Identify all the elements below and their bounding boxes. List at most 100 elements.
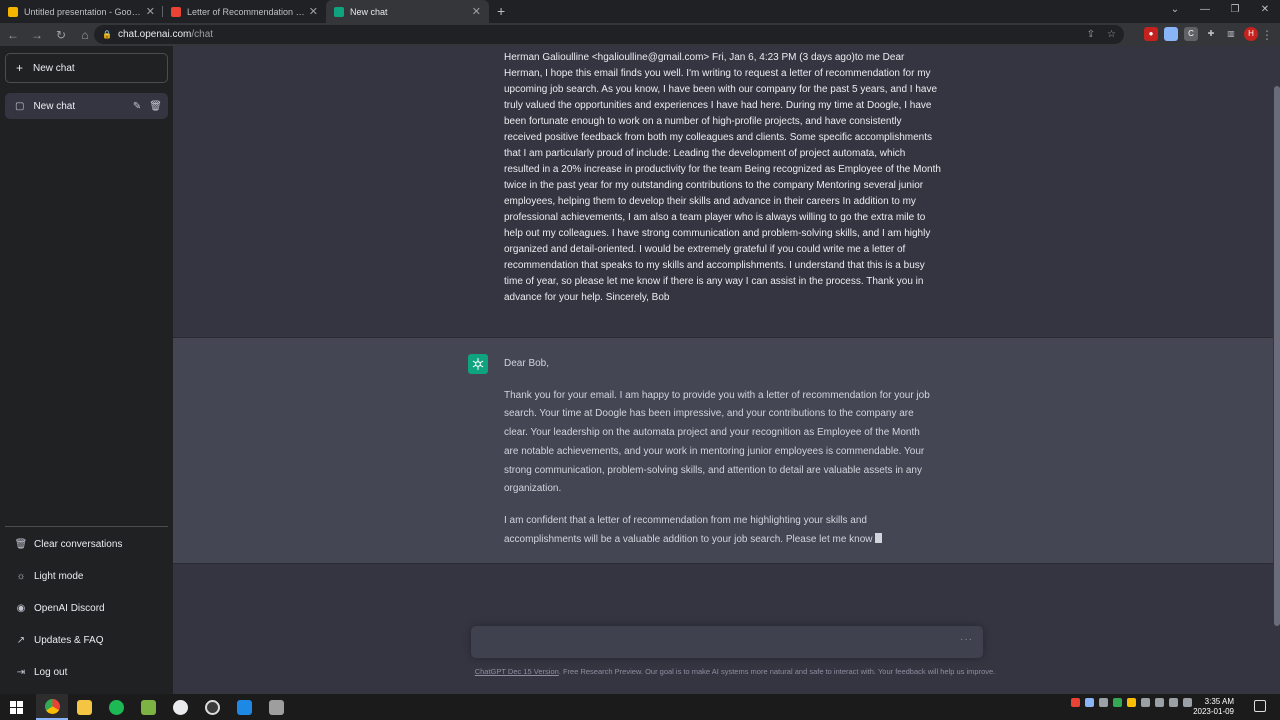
sidebar-divider bbox=[5, 526, 168, 527]
extension-icon[interactable]: C bbox=[1184, 27, 1198, 41]
system-tray bbox=[1071, 698, 1192, 707]
log-out-link[interactable]: ⇥ Log out bbox=[14, 667, 68, 678]
message-input[interactable]: ··· bbox=[471, 626, 983, 658]
clear-conversations-link[interactable]: 🗑 Clear conversations bbox=[14, 539, 123, 550]
spotify-icon[interactable] bbox=[100, 694, 132, 720]
chat-main: Herman Galioulline <hgalioulline@gmail.c… bbox=[173, 46, 1280, 694]
menu-dots-icon[interactable]: ⋮ bbox=[1256, 28, 1278, 42]
tab-title: New chat bbox=[350, 6, 388, 17]
footer-text: . Free Research Preview. Our goal is to … bbox=[558, 667, 996, 676]
reload-button[interactable]: ↻ bbox=[50, 28, 72, 42]
tray-icon[interactable] bbox=[1071, 698, 1080, 707]
link-label: Light mode bbox=[34, 571, 84, 582]
extensions-area: ● C ✚ ▥ H bbox=[1144, 27, 1258, 41]
calculator-icon[interactable] bbox=[260, 694, 292, 720]
vscode-icon[interactable] bbox=[228, 694, 260, 720]
close-icon[interactable]: ✕ bbox=[309, 5, 318, 18]
windows-taskbar: 3:35 AM 2023-01-09 bbox=[0, 694, 1280, 720]
clock-date: 2023-01-09 bbox=[1193, 707, 1234, 716]
assistant-paragraph: Thank you for your email. I am happy to … bbox=[504, 389, 930, 495]
assistant-paragraph-streaming: I am confident that a letter of recommen… bbox=[504, 512, 934, 549]
tab-google-slides[interactable]: Untitled presentation - Google Slides ✕ bbox=[0, 0, 163, 23]
home-button[interactable]: ⌂ bbox=[74, 28, 96, 42]
browser-tab-bar: Untitled presentation - Google Slides ✕ … bbox=[0, 0, 1280, 23]
sidebar: + New chat ▢ New chat ✎ 🗑 🗑 Clear conver… bbox=[0, 46, 173, 694]
external-link-icon: ↗ bbox=[16, 635, 26, 646]
clock-time: 3:35 AM bbox=[1204, 697, 1234, 706]
window-controls: ⌄ — ❐ ✕ bbox=[1160, 0, 1280, 23]
version-link[interactable]: ChatGPT Dec 15 Version bbox=[475, 667, 559, 676]
share-icon[interactable]: ⇪ bbox=[1087, 29, 1095, 40]
microphone-icon[interactable] bbox=[1141, 698, 1150, 707]
chat-item-label: New chat bbox=[33, 100, 76, 112]
user-message-row: Herman Galioulline <hgalioulline@gmail.c… bbox=[173, 46, 1273, 338]
gmail-icon bbox=[171, 6, 181, 17]
close-icon[interactable]: ✕ bbox=[146, 5, 155, 18]
plus-icon: + bbox=[16, 61, 24, 75]
restore-button[interactable]: ❐ bbox=[1220, 0, 1250, 23]
tray-icon[interactable] bbox=[1127, 698, 1136, 707]
tray-icon[interactable] bbox=[1099, 698, 1108, 707]
wifi-icon[interactable] bbox=[1169, 698, 1178, 707]
user-message-text: Herman Galioulline <hgalioulline@gmail.c… bbox=[504, 52, 941, 303]
chat-app-icon[interactable] bbox=[164, 694, 196, 720]
openai-icon bbox=[334, 6, 344, 17]
omnibox-actions: ⇪ ☆ bbox=[1087, 29, 1116, 40]
chrome-icon[interactable] bbox=[36, 694, 68, 720]
trash-icon[interactable]: 🗑 bbox=[149, 101, 162, 112]
openai-discord-link[interactable]: ◉ OpenAI Discord bbox=[14, 603, 105, 614]
windows-start-icon[interactable] bbox=[0, 694, 32, 720]
sidebar-chat-item[interactable]: ▢ New chat ✎ 🗑 bbox=[5, 93, 168, 119]
browser-toolbar: ← → ↻ ⌂ 🔒 chat.openai.com/chat ⇪ ☆ ● C ✚… bbox=[0, 23, 1280, 46]
link-label: Clear conversations bbox=[34, 539, 123, 550]
notification-icon[interactable] bbox=[1254, 700, 1266, 712]
close-window-button[interactable]: ✕ bbox=[1250, 0, 1280, 23]
notepad-icon[interactable] bbox=[132, 694, 164, 720]
trash-icon: 🗑 bbox=[14, 539, 28, 550]
url-text: chat.openai.com/chat bbox=[117, 29, 214, 40]
bookmark-star-icon[interactable]: ☆ bbox=[1107, 29, 1116, 40]
assistant-message-text: Dear Bob, Thank you for your email. I am… bbox=[504, 355, 934, 562]
puzzle-icon[interactable]: ✚ bbox=[1204, 27, 1218, 41]
loading-dots: ··· bbox=[960, 634, 973, 645]
chat-item-actions: ✎ 🗑 bbox=[133, 101, 162, 112]
tab-new-chat[interactable]: New chat ✕ bbox=[326, 0, 489, 23]
typing-cursor bbox=[874, 532, 882, 543]
address-bar[interactable]: 🔒 chat.openai.com/chat ⇪ ☆ bbox=[94, 25, 1124, 44]
back-button[interactable]: ← bbox=[2, 28, 24, 42]
tray-icon[interactable] bbox=[1085, 698, 1094, 707]
scrollbar[interactable] bbox=[1274, 86, 1280, 626]
new-chat-button[interactable]: + New chat bbox=[5, 53, 168, 83]
discord-icon: ◉ bbox=[16, 603, 26, 614]
link-label: Log out bbox=[34, 667, 68, 678]
tray-icon[interactable] bbox=[1113, 698, 1122, 707]
sun-icon: ☼ bbox=[16, 571, 26, 582]
chat-bubble-icon: ▢ bbox=[15, 100, 25, 112]
taskbar-clock[interactable]: 3:35 AM 2023-01-09 bbox=[1193, 697, 1234, 717]
new-tab-button[interactable]: + bbox=[489, 3, 513, 23]
file-explorer-icon[interactable] bbox=[68, 694, 100, 720]
openai-logo-icon bbox=[468, 354, 488, 374]
updates-faq-link[interactable]: ↗ Updates & FAQ bbox=[14, 635, 104, 646]
network-icon[interactable] bbox=[1155, 698, 1164, 707]
extension-icon[interactable]: ● bbox=[1144, 27, 1158, 41]
footer-disclaimer: ChatGPT Dec 15 Version. Free Research Pr… bbox=[455, 667, 1015, 676]
extension-icon[interactable] bbox=[1164, 27, 1178, 41]
logout-icon: ⇥ bbox=[16, 667, 26, 678]
sidepanel-icon[interactable]: ▥ bbox=[1224, 27, 1238, 41]
minimize-button[interactable]: — bbox=[1190, 0, 1220, 23]
volume-icon[interactable] bbox=[1183, 698, 1192, 707]
close-icon[interactable]: ✕ bbox=[472, 5, 481, 18]
obs-icon[interactable] bbox=[196, 694, 228, 720]
forward-button[interactable]: → bbox=[26, 28, 48, 42]
assistant-paragraph: Dear Bob, bbox=[504, 358, 550, 369]
chevron-down-icon[interactable]: ⌄ bbox=[1160, 0, 1190, 23]
light-mode-link[interactable]: ☼ Light mode bbox=[14, 571, 83, 582]
tab-title: Letter of Recommendation for Job Search bbox=[187, 6, 305, 17]
slides-icon bbox=[8, 6, 18, 17]
pencil-icon[interactable]: ✎ bbox=[133, 101, 141, 112]
tab-title: Untitled presentation - Google Slides bbox=[24, 6, 142, 17]
assistant-message-row: Dear Bob, Thank you for your email. I am… bbox=[173, 338, 1273, 564]
lock-icon[interactable]: 🔒 bbox=[102, 30, 112, 39]
tab-gmail[interactable]: Letter of Recommendation for Job Search … bbox=[163, 0, 326, 23]
